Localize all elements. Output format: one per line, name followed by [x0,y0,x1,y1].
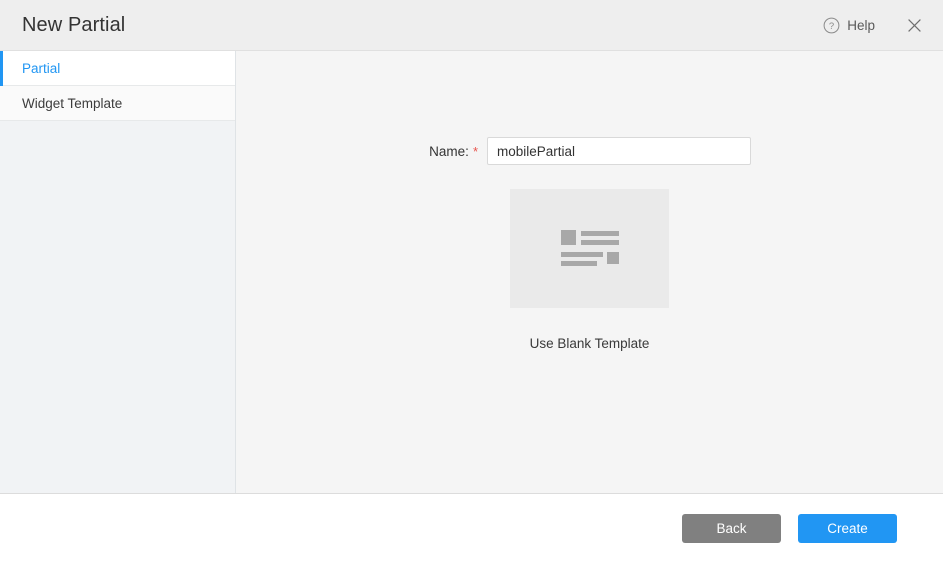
sidebar-item-label: Partial [22,61,60,76]
page-title: New Partial [22,14,125,37]
help-label: Help [847,18,875,33]
header-actions: ? Help [817,12,927,38]
sidebar-item-widget-template[interactable]: Widget Template [0,86,235,121]
sidebar-empty-area [0,121,235,493]
name-label-text: Name: [429,144,469,159]
help-button[interactable]: ? Help [817,13,881,38]
use-blank-template-label[interactable]: Use Blank Template [530,336,650,351]
template-chooser: Use Blank Template [236,189,943,351]
svg-text:?: ? [829,21,834,32]
close-icon [907,18,922,33]
dialog-body: Partial Widget Template Name: * [0,51,943,494]
name-input[interactable] [487,137,751,165]
blank-template-thumbnail[interactable] [510,189,669,308]
question-circle-icon: ? [823,17,840,34]
main-content: Name: * Use Blank Template [236,51,943,493]
required-marker: * [473,144,478,159]
sidebar: Partial Widget Template [0,51,236,493]
create-button[interactable]: Create [798,514,897,543]
name-field-row: Name: * [236,137,943,165]
dialog-footer: Back Create [0,494,943,562]
name-label: Name: * [236,144,487,159]
sidebar-item-label: Widget Template [22,96,122,111]
blank-template-placeholder-icon [559,228,621,270]
back-button[interactable]: Back [682,514,781,543]
close-button[interactable] [901,12,927,38]
new-partial-dialog: New Partial ? Help [0,0,943,562]
sidebar-item-partial[interactable]: Partial [0,51,235,86]
dialog-header: New Partial ? Help [0,0,943,51]
